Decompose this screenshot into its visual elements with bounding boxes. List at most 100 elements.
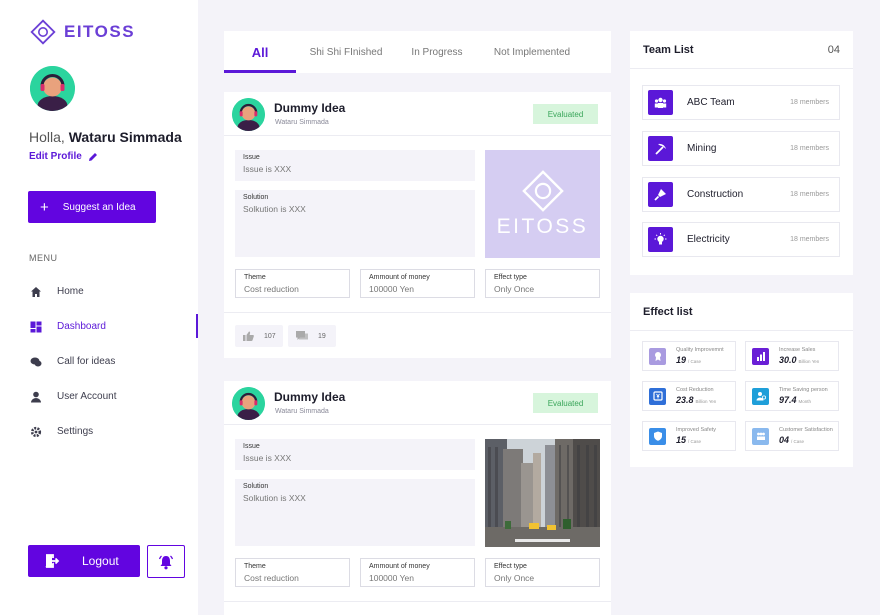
effect-item-time-saving[interactable]: Time Saving person 97.4 Month xyxy=(745,381,839,411)
effect-unit: Month xyxy=(798,399,812,404)
effect-item-satisfaction[interactable]: Customer Satisfaction 04/ Case xyxy=(745,421,839,451)
tab-all[interactable]: All xyxy=(224,31,296,73)
tab-in-progress[interactable]: In Progress xyxy=(396,31,478,73)
effect-unit: / Case xyxy=(791,439,805,444)
team-list-panel: Team List 04 ABC Team 18 members Mining … xyxy=(630,31,853,275)
effect-list-header: Effect list xyxy=(630,293,853,331)
field-label: Issue xyxy=(243,443,260,450)
avatar[interactable] xyxy=(30,66,75,111)
avatar-image xyxy=(30,66,75,111)
logout-label: Logout xyxy=(82,554,119,568)
field-value: 100000 Yen xyxy=(369,284,414,294)
team-list-header: Team List 04 xyxy=(630,31,853,69)
effect-item-safety[interactable]: Improved Safety 15/ Case xyxy=(642,421,736,451)
tab-shi-shi-finished[interactable]: Shi Shi FInished xyxy=(296,31,396,73)
nav-item-call-for-ideas[interactable]: Call for ideas xyxy=(29,344,198,379)
field-label: Effect type xyxy=(494,274,527,281)
bell-icon xyxy=(158,555,174,569)
logout-icon xyxy=(45,554,60,568)
edit-profile-label: Edit Profile xyxy=(29,151,82,162)
issue-field: Issue Issue is XXX xyxy=(235,439,475,470)
chat-icon xyxy=(29,355,43,369)
effect-value: 15 xyxy=(676,435,687,445)
idea-image[interactable]: EITOSS xyxy=(485,150,600,258)
effect-value: 19 xyxy=(676,355,687,365)
field-value: Issue is XXX xyxy=(243,453,292,463)
bar-chart-icon xyxy=(752,347,769,365)
effect-item-quality[interactable]: Quality Improvemnt 19/ Case xyxy=(642,341,736,371)
effect-value-row: 19/ Case xyxy=(676,355,724,365)
effect-value-row: 15/ Case xyxy=(676,435,716,445)
nav-item-home[interactable]: Home xyxy=(29,274,198,309)
status-badge: Evaluated xyxy=(533,104,598,124)
tab-not-implemented[interactable]: Not Implemented xyxy=(478,31,586,73)
team-item-construction[interactable]: Construction 18 members xyxy=(642,177,840,212)
team-item-abc-team[interactable]: ABC Team 18 members xyxy=(642,85,840,120)
pickaxe-icon xyxy=(648,136,673,161)
effect-name: Quality Improvemnt xyxy=(676,347,724,353)
brand-name: EITOSS xyxy=(64,22,136,41)
team-members: 18 members xyxy=(790,145,829,152)
yen-icon xyxy=(649,387,666,405)
idea-card-header: Dummy Idea Wataru Simmada Evaluated xyxy=(224,381,611,425)
issue-field: Issue Issue is XXX xyxy=(235,150,475,181)
effect-text: Quality Improvemnt 19/ Case xyxy=(676,347,724,365)
effect-name: Customer Satisfaction xyxy=(779,427,833,433)
effect-name: Time Saving person xyxy=(779,387,828,393)
plus-icon: + xyxy=(40,198,49,216)
comment-button[interactable]: 19 xyxy=(288,325,336,347)
team-item-mining[interactable]: Mining 18 members xyxy=(642,131,840,166)
edit-profile-link[interactable]: Edit Profile xyxy=(29,151,98,162)
effect-text: Improved Safety 15/ Case xyxy=(676,427,716,445)
main-nav: Home Dashboard Call for ideas User Accou… xyxy=(29,274,198,449)
effect-value-row: 97.4 Month xyxy=(779,395,828,405)
field-value: Cost reduction xyxy=(244,573,299,583)
gear-icon xyxy=(29,425,43,439)
effect-list-panel: Effect list Quality Improvemnt 19/ Case … xyxy=(630,293,853,467)
medal-icon xyxy=(649,347,666,365)
team-members: 18 members xyxy=(790,191,829,198)
field-value: 100000 Yen xyxy=(369,573,414,583)
like-button[interactable]: 107 xyxy=(235,325,283,347)
solution-field: Solution Solkution is XXX xyxy=(235,190,475,257)
team-count: 04 xyxy=(827,43,840,56)
team-icon xyxy=(648,90,673,115)
effect-item-sales[interactable]: Increase Sales 30.0 Billion Yen xyxy=(745,341,839,371)
suggest-idea-label: Suggest an Idea xyxy=(62,201,136,213)
nav-item-settings[interactable]: Settings xyxy=(29,414,198,449)
suggest-idea-button[interactable]: + Suggest an Idea xyxy=(28,191,156,223)
idea-card[interactable]: Dummy Idea Wataru Simmada Evaluated Issu… xyxy=(224,92,611,358)
notifications-button[interactable] xyxy=(147,545,185,578)
effect-item-cost[interactable]: Cost Reduction 23.8 Billion Yen xyxy=(642,381,736,411)
thumbs-up-icon xyxy=(243,331,254,341)
person-clock-icon xyxy=(752,387,769,405)
idea-card[interactable]: Dummy Idea Wataru Simmada Evaluated Issu… xyxy=(224,381,611,615)
amount-field: Ammount of money 100000 Yen xyxy=(360,558,475,587)
shield-icon xyxy=(649,427,666,445)
idea-author: Wataru Simmada xyxy=(275,408,329,415)
theme-field: Theme Cost reduction xyxy=(235,558,350,587)
bulb-icon xyxy=(648,227,673,252)
logo-icon xyxy=(521,170,564,212)
status-badge: Evaluated xyxy=(533,393,598,413)
nav-item-dashboard[interactable]: Dashboard xyxy=(29,309,198,344)
user-icon xyxy=(29,390,43,404)
field-value: Only Once xyxy=(494,573,535,583)
idea-title: Dummy Idea xyxy=(274,101,346,115)
logout-button[interactable]: Logout xyxy=(28,545,140,577)
nav-label: Call for ideas xyxy=(57,356,116,367)
user-greeting: Holla, Wataru Simmada xyxy=(29,129,182,145)
brand-logo[interactable]: EITOSS xyxy=(30,19,135,45)
effect-value: 23.8 xyxy=(676,395,694,405)
team-name: Electricity xyxy=(687,234,730,245)
nav-item-user-account[interactable]: User Account xyxy=(29,379,198,414)
team-item-electricity[interactable]: Electricity 18 members xyxy=(642,222,840,257)
greeting-text: Holla, xyxy=(29,129,65,145)
nav-label: Home xyxy=(57,286,84,297)
nav-label: Dashboard xyxy=(57,321,106,332)
idea-image-city-street[interactable] xyxy=(485,439,600,547)
effect-unit: / Case xyxy=(688,439,702,444)
city-street-photo xyxy=(485,439,600,547)
effect-value-row: 30.0 Billion Yen xyxy=(779,355,819,365)
team-name: Mining xyxy=(687,143,717,154)
